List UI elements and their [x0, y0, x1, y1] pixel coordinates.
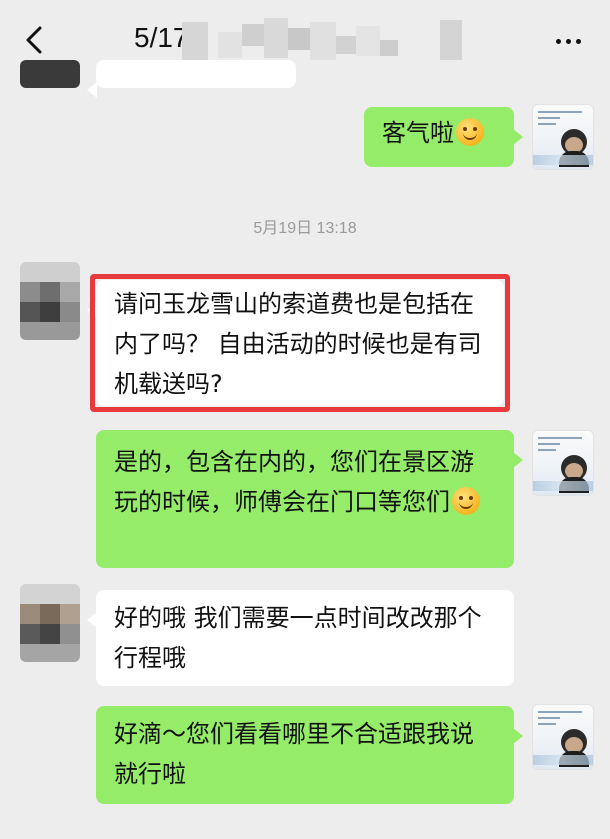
highlight-box: [90, 274, 510, 412]
my-avatar[interactable]: [532, 104, 594, 170]
message-bubble-partial: [87, 60, 296, 98]
message-timestamp: 5月19日 13:18: [253, 220, 357, 237]
smile-emoji-icon: [452, 487, 480, 515]
chat-header: 5/17: [0, 0, 610, 80]
back-button[interactable]: [14, 18, 54, 62]
message-bubble: 是的，包含在内的，您们在景区游玩的时候，师傅会在门口等您们: [96, 430, 523, 568]
blurred-contact-name: [182, 18, 482, 64]
more-options-button[interactable]: [548, 26, 588, 56]
more-horizontal-icon: [555, 38, 561, 44]
my-avatar[interactable]: [532, 704, 594, 770]
contact-avatar[interactable]: [20, 262, 80, 340]
contact-avatar[interactable]: [20, 60, 80, 88]
chat-title: 5/17: [134, 22, 189, 53]
chevron-left-icon: [26, 26, 42, 54]
message-bubble: 客气啦: [364, 107, 523, 167]
message-bubble: 好滴～您们看看哪里不合适跟我说就行啦: [96, 706, 523, 804]
message-bubble: 好的哦 我们需要一点时间改改那个行程哦: [87, 590, 514, 686]
smile-emoji-icon: [456, 118, 484, 146]
contact-avatar[interactable]: [20, 584, 80, 662]
my-avatar[interactable]: [532, 430, 594, 496]
